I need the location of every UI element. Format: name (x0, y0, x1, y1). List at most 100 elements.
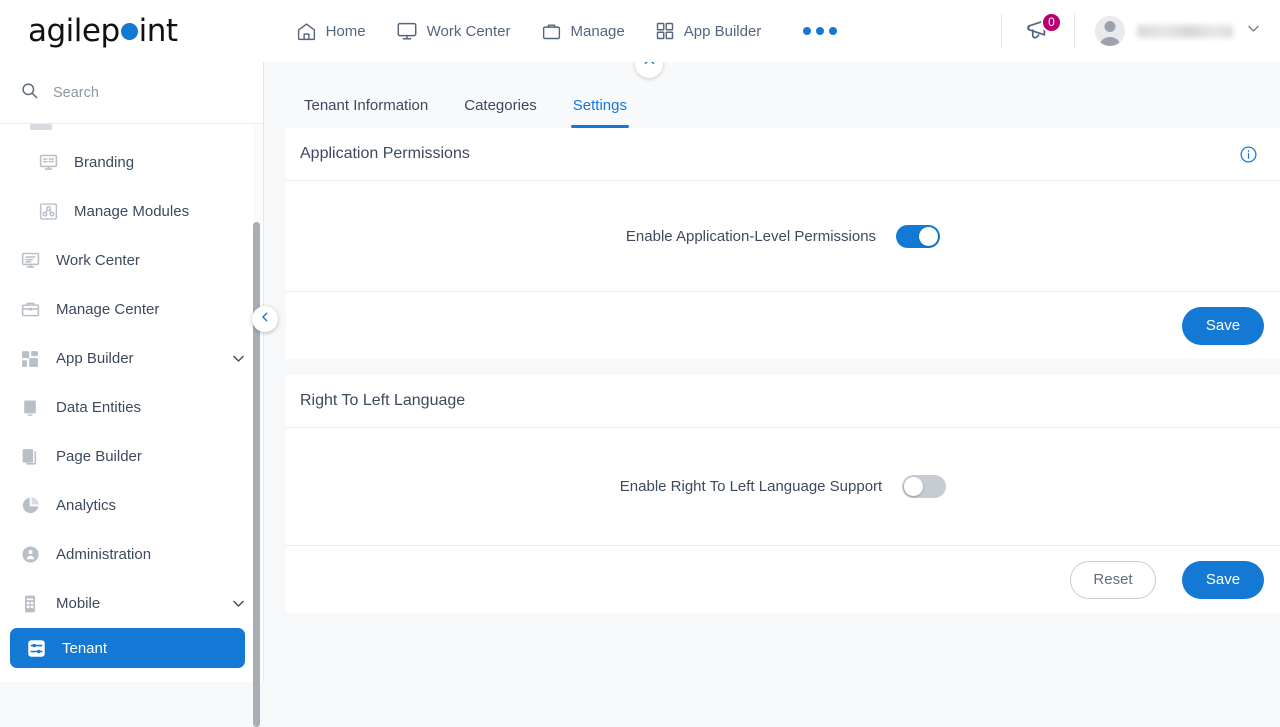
save-button-right-to-left-language[interactable]: Save (1182, 561, 1264, 599)
sidebar-item-data-entities[interactable]: Data Entities (0, 383, 263, 432)
header-right-group: 0 (1001, 0, 1280, 62)
monitor-icon (396, 20, 418, 42)
nav-label-app-builder: App Builder (684, 23, 762, 40)
sidebar-label-branding: Branding (74, 154, 134, 171)
sidebar-scrollbar-thumb[interactable] (253, 222, 260, 727)
chevron-down-icon (1245, 20, 1262, 42)
card-title-application-permissions: Application Permissions (300, 145, 470, 163)
agilepoint-logo[interactable]: agilep int (28, 13, 178, 49)
card-header-application-permissions: Application Permissions (286, 128, 1280, 181)
reset-button[interactable]: Reset (1070, 561, 1156, 599)
user-name-label (1137, 25, 1233, 38)
sidebar-label-mobile: Mobile (56, 595, 100, 612)
save-button-application-permissions[interactable]: Save (1182, 307, 1264, 345)
user-menu[interactable] (1075, 16, 1280, 46)
card-body-application-permissions: Enable Application-Level Permissions (286, 181, 1280, 291)
sidebar-label-data-entities: Data Entities (56, 399, 141, 416)
toggle-right-to-left-language[interactable] (902, 475, 946, 498)
page-builder-icon (18, 445, 42, 469)
nav-item-app-builder[interactable]: App Builder (655, 21, 762, 41)
sidebar-item-manage-center[interactable]: Manage Center (0, 285, 263, 334)
card-separator (264, 359, 1280, 375)
sidebar-collapse-button[interactable] (252, 306, 278, 332)
toggle-knob (904, 477, 923, 496)
sidebar-nav-list: Branding Manage Modules Work Center Mana… (0, 134, 263, 668)
top-navigation: Home Work Center Manage App Builder (296, 20, 838, 42)
chevron-down-icon-mobile[interactable] (230, 595, 247, 612)
nav-label-work-center: Work Center (427, 23, 511, 40)
sidebar-search[interactable] (0, 62, 263, 124)
label-enable-application-level-permissions: Enable Application-Level Permissions (626, 228, 876, 245)
sidebar-item-analytics[interactable]: Analytics (0, 481, 263, 530)
analytics-icon (18, 494, 42, 518)
grid-icon (655, 21, 675, 41)
card-title-right-to-left-language: Right To Left Language (300, 392, 465, 410)
nav-item-home[interactable]: Home (296, 21, 366, 42)
home-icon (296, 21, 317, 42)
card-body-right-to-left-language: Enable Right To Left Language Support (286, 428, 1280, 545)
sidebar-item-tenant[interactable]: Tenant (10, 628, 245, 668)
avatar-icon (1095, 16, 1125, 46)
sidebar-item-page-builder[interactable]: Page Builder (0, 432, 263, 481)
settings-tabbar: Tenant Information Categories Settings (264, 62, 1280, 128)
tab-label-categories: Categories (464, 97, 537, 114)
toggle-application-level-permissions[interactable] (896, 225, 940, 248)
announcements-badge: 0 (1041, 12, 1062, 33)
announcements-button[interactable]: 0 (1002, 15, 1074, 48)
sidebar-item-branding[interactable]: Branding (0, 138, 263, 187)
right-to-left-language-card: Right To Left Language Enable Right To L… (286, 375, 1280, 613)
nav-item-work-center[interactable]: Work Center (396, 20, 511, 42)
card-footer-application-permissions: Save (286, 291, 1280, 359)
app-builder-icon (18, 347, 42, 371)
nav-clipped-item (0, 124, 263, 134)
nav-item-manage[interactable]: Manage (541, 21, 625, 42)
sidebar-label-work-center: Work Center (56, 252, 140, 269)
logo-text-part2: int (139, 13, 178, 49)
nav-label-home: Home (326, 23, 366, 40)
card-footer-right-to-left-language: Reset Save (286, 545, 1280, 613)
chevron-left-icon (258, 310, 272, 329)
tab-categories[interactable]: Categories (446, 97, 555, 128)
more-dot-2-icon (816, 27, 824, 35)
application-permissions-card: Application Permissions Enable Applicati… (286, 128, 1280, 359)
sidebar-label-manage-center: Manage Center (56, 301, 159, 318)
data-entities-icon (18, 396, 42, 420)
sidebar-item-administration[interactable]: Administration (0, 530, 263, 579)
nav-label-manage: Manage (571, 23, 625, 40)
tab-settings[interactable]: Settings (555, 97, 645, 128)
sidebar-item-manage-modules[interactable]: Manage Modules (0, 187, 263, 236)
sidebar-label-app-builder: App Builder (56, 350, 134, 367)
search-icon (20, 81, 39, 105)
sidebar-nav-scroll: Branding Manage Modules Work Center Mana… (0, 124, 263, 682)
more-dot-3-icon (829, 27, 837, 35)
sidebar-label-analytics: Analytics (56, 497, 116, 514)
sidebar-label-administration: Administration (56, 546, 151, 563)
logo-text-part1: agilep (28, 13, 120, 49)
tab-tenant-information[interactable]: Tenant Information (286, 97, 446, 128)
sidebar-scrollbar-track[interactable] (253, 124, 262, 682)
tab-label-tenant-information: Tenant Information (304, 97, 428, 114)
label-enable-right-to-left-language-support: Enable Right To Left Language Support (620, 478, 882, 495)
sidebar-label-manage-modules: Manage Modules (74, 203, 189, 220)
tab-label-settings: Settings (573, 97, 627, 114)
more-dot-1-icon (803, 27, 811, 35)
branding-icon (36, 151, 60, 175)
work-center-icon (18, 249, 42, 273)
mobile-icon (18, 592, 42, 616)
sidebar-label-page-builder: Page Builder (56, 448, 142, 465)
sidebar-label-tenant: Tenant (62, 640, 107, 657)
sidebar-item-mobile[interactable]: Mobile (0, 579, 263, 628)
card-header-right-to-left-language: Right To Left Language (286, 375, 1280, 428)
sidebar-item-app-builder[interactable]: App Builder (0, 334, 263, 383)
search-input[interactable] (53, 85, 223, 101)
main-content: Tenant Information Categories Settings A… (264, 62, 1280, 682)
sidebar-item-work-center[interactable]: Work Center (0, 236, 263, 285)
modules-icon (36, 200, 60, 224)
manage-center-icon (18, 298, 42, 322)
tenant-icon (24, 636, 48, 660)
administration-icon (18, 543, 42, 567)
more-menu-button[interactable] (803, 27, 837, 35)
briefcase-icon (541, 21, 562, 42)
chevron-down-icon-app-builder[interactable] (230, 350, 247, 367)
info-icon[interactable] (1239, 145, 1258, 164)
